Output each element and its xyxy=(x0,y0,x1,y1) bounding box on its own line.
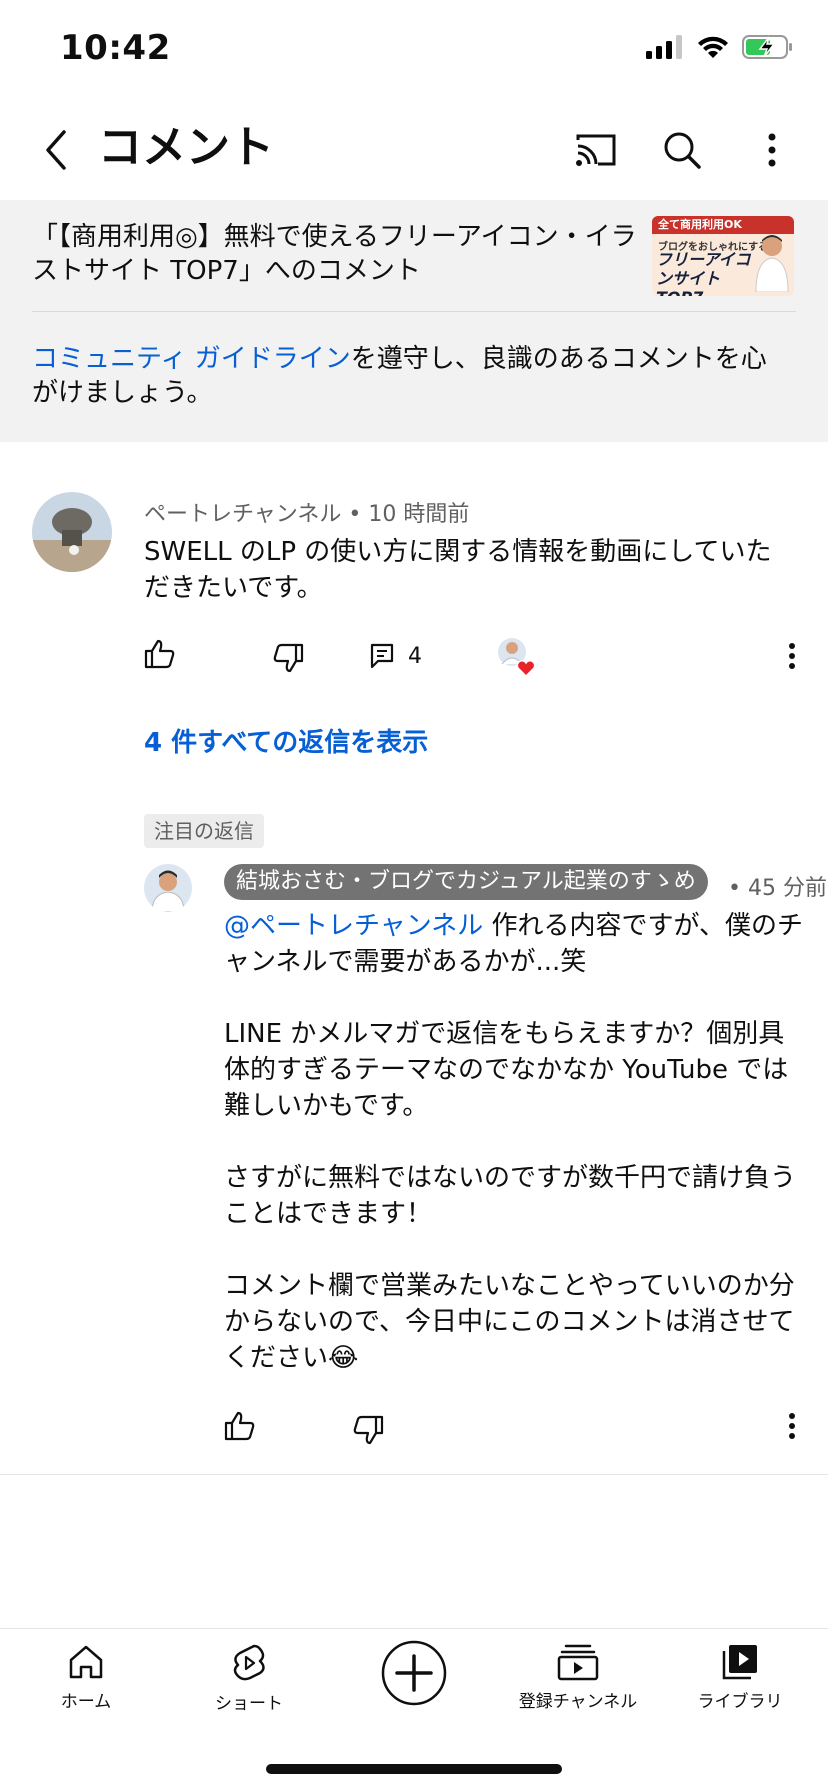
reply-icon xyxy=(370,643,394,669)
reply-time: • 45 分前 xyxy=(728,876,827,901)
reply-paragraph-1: @ペートレチャンネル 作れる内容ですが、僕のチャンネルで需要があるかが...笑 xyxy=(224,908,804,980)
avatar-photo xyxy=(32,492,112,572)
cast-button[interactable] xyxy=(564,118,628,182)
battery-charging-icon xyxy=(742,35,792,59)
home-icon xyxy=(69,1645,103,1679)
nav-shorts-label: ショート xyxy=(215,1694,283,1714)
nav-subscriptions[interactable]: 登録チャンネル xyxy=(508,1643,648,1712)
cellular-signal-icon xyxy=(646,35,682,59)
creator-heart xyxy=(496,636,540,680)
more-vertical-icon xyxy=(789,643,795,669)
library-icon xyxy=(722,1645,757,1680)
nav-library[interactable]: ライブラリ xyxy=(670,1643,810,1712)
reply-paragraph-2: LINE かメルマガで返信をもらえますか？個別具体的すぎるテーマなのでなかなか … xyxy=(224,1019,789,1121)
status-time: 10:42 xyxy=(60,28,171,68)
more-vertical-icon xyxy=(789,1413,795,1439)
reply-more-button[interactable] xyxy=(780,1406,804,1446)
comment-meta: ペートレチャンネル • 10 時間前 xyxy=(144,496,469,528)
meta-separator: • xyxy=(348,502,369,527)
more-options-button[interactable] xyxy=(740,118,804,182)
avatar-photo xyxy=(144,864,192,912)
more-vertical-icon xyxy=(768,133,776,167)
panel-divider xyxy=(32,311,796,312)
thumbs-up-icon xyxy=(144,639,175,669)
reply-author-avatar[interactable] xyxy=(144,864,192,912)
create-plus-icon xyxy=(381,1640,447,1706)
subscriptions-icon xyxy=(557,1644,599,1681)
reply-count: 4 xyxy=(408,643,422,669)
comment-more-button[interactable] xyxy=(780,636,804,676)
wifi-icon xyxy=(698,36,728,58)
highlighted-reply-badge: 注目の返信 xyxy=(144,814,264,848)
reply-dislike-button[interactable] xyxy=(348,1410,388,1450)
search-button[interactable] xyxy=(650,118,714,182)
back-arrow-icon xyxy=(46,130,66,170)
nav-home-label: ホーム xyxy=(60,1692,112,1712)
comment-text: SWELL のLP の使い方に関する情報を動画にしていただきたいです。 xyxy=(144,537,772,603)
thumbnail-title: フリーアイコンサイトTOP7 xyxy=(656,250,751,296)
search-icon xyxy=(664,132,701,169)
reply-text: @ペートレチャンネル 作れる内容ですが、僕のチャンネルで需要があるかが...笑 … xyxy=(224,908,804,1412)
comments-header-panel: 「【商用利用◎】無料で使えるフリーアイコン・イラストサイト TOP7」へのコメン… xyxy=(0,200,828,442)
reply-time-value: 45 分前 xyxy=(747,876,827,901)
nav-shorts[interactable]: ショート xyxy=(179,1643,319,1714)
cast-icon xyxy=(576,134,616,166)
thumbs-down-icon xyxy=(353,1415,384,1445)
show-all-replies-link[interactable]: 4 件すべての返信を表示 xyxy=(144,722,428,759)
video-title: 「【商用利用◎】無料で使えるフリーアイコン・イラストサイト TOP7」へのコメン… xyxy=(32,222,637,286)
guideline-notice: コミュニティ ガイドラインを遵守し、良識のあるコメントを心がけましょう。 xyxy=(32,342,792,410)
mention-link[interactable]: @ペートレチャンネル xyxy=(224,911,483,941)
thumbs-down-icon xyxy=(273,643,304,673)
comment-author[interactable]: ペートレチャンネル xyxy=(144,502,341,527)
thread-divider xyxy=(0,1474,828,1475)
video-thumbnail[interactable]: 全て商用利用OK ブログをおしゃれにする フリーアイコンサイトTOP7 xyxy=(652,216,794,296)
creator-heart-icon xyxy=(498,638,536,678)
status-icons xyxy=(646,34,794,60)
app-bar: コメント xyxy=(0,100,828,200)
dislike-button[interactable] xyxy=(268,638,308,678)
create-button[interactable] xyxy=(344,1639,484,1707)
page-title: コメント xyxy=(98,122,274,173)
reply-paragraph-3: さすがに無料ではないのですが数千円で請け負うことはできます！ xyxy=(224,1163,797,1229)
nav-home[interactable]: ホーム xyxy=(16,1643,156,1712)
shorts-icon xyxy=(233,1644,265,1681)
back-button[interactable] xyxy=(26,118,86,182)
like-button[interactable] xyxy=(140,634,180,674)
reply-like-button[interactable] xyxy=(220,1406,260,1446)
thumbnail-person-image xyxy=(755,235,789,292)
thumbs-up-icon xyxy=(224,1411,255,1441)
comment-author-avatar[interactable] xyxy=(32,492,112,572)
comment-time: 10 時間前 xyxy=(368,502,470,527)
status-bar: 10:42 xyxy=(0,0,828,100)
nav-subscriptions-label: 登録チャンネル xyxy=(518,1692,638,1712)
reply-button[interactable]: 4 xyxy=(370,636,422,676)
community-guidelines-link[interactable]: コミュニティ ガイドライン xyxy=(32,344,351,374)
nav-library-label: ライブラリ xyxy=(697,1692,783,1712)
reply-paragraph-4: コメント欄で営業みたいなことやっていいのか分からないので、今日中にこのコメントは… xyxy=(224,1271,795,1373)
reply-author-chip[interactable]: 結城おさむ・ブログでカジュアル起業のすゝめ xyxy=(224,864,708,900)
home-indicator xyxy=(266,1764,562,1774)
